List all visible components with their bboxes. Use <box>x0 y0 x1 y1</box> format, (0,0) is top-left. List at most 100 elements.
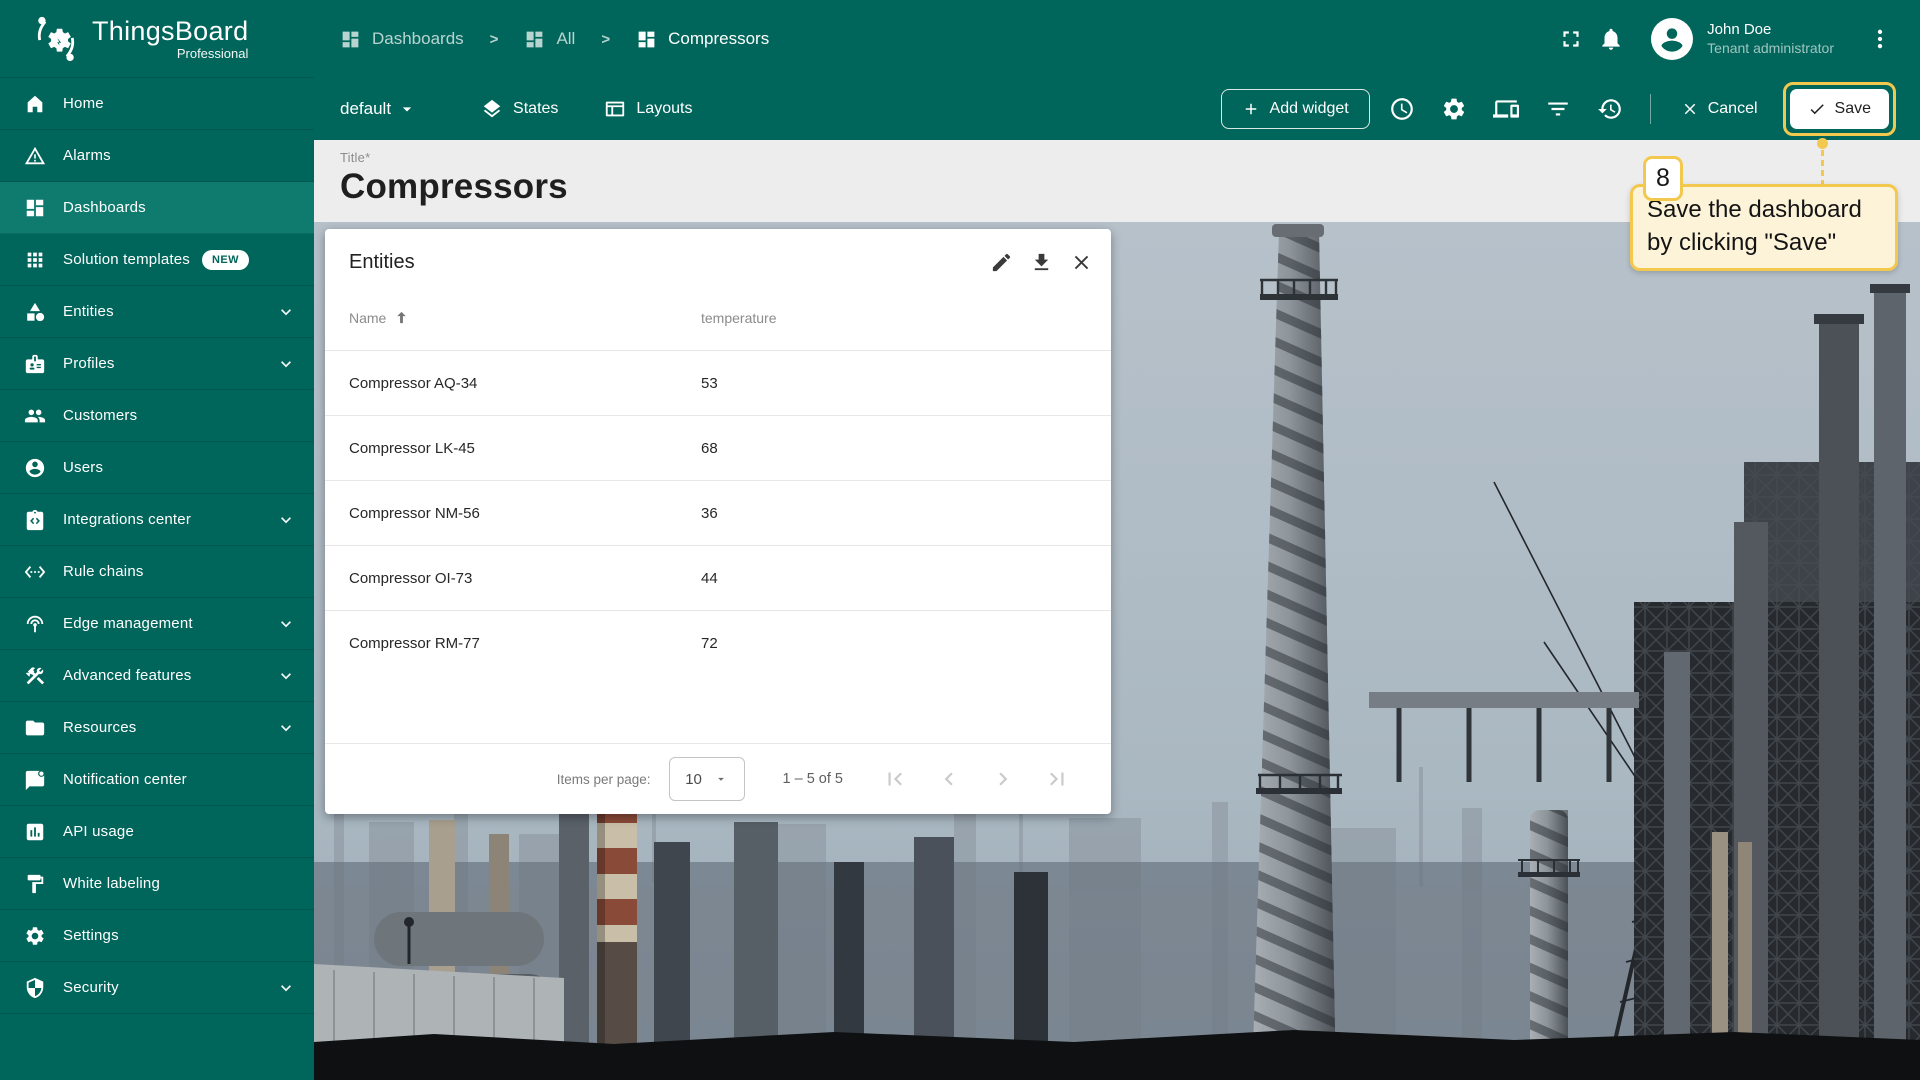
tutorial-connector-dot <box>1817 138 1828 149</box>
sidebar-item-dashboards[interactable]: Dashboards <box>0 182 314 234</box>
sidebar-item-edge-management[interactable]: Edge management <box>0 598 314 650</box>
sidebar-item-home[interactable]: Home <box>0 78 314 130</box>
sidebar-item-label: Alarms <box>63 147 111 164</box>
states-button[interactable]: States <box>481 98 558 120</box>
sidebar-item-profiles[interactable]: Profiles <box>0 338 314 390</box>
sidebar-item-entities[interactable]: Entities <box>0 286 314 338</box>
brand-name: ThingsBoard <box>92 17 248 45</box>
cell-temperature: 68 <box>701 440 718 457</box>
sidebar-item-customers[interactable]: Customers <box>0 390 314 442</box>
previous-page-button[interactable] <box>935 765 963 793</box>
breadcrumb-compressors[interactable]: Compressors <box>636 29 769 50</box>
entity-filter-button[interactable] <box>1538 89 1578 129</box>
table-row[interactable]: Compressor LK-45 68 <box>325 415 1111 480</box>
sidebar-item-api-usage[interactable]: API usage <box>0 806 314 858</box>
chevron-down-icon <box>276 718 296 738</box>
save-button-highlight: Save <box>1790 89 1889 129</box>
sidebar-item-integrations-center[interactable]: Integrations center <box>0 494 314 546</box>
sidebar-item-security[interactable]: Security <box>0 962 314 1014</box>
column-header-temperature[interactable]: temperature <box>701 310 776 326</box>
remove-widget-button[interactable] <box>1061 242 1101 282</box>
sidebar-nav: Home Alarms Dashboards Solution template… <box>0 78 314 1080</box>
customers-icon <box>24 405 46 427</box>
sidebar-item-notification-center[interactable]: Notification center <box>0 754 314 806</box>
sidebar-item-white-labeling[interactable]: White labeling <box>0 858 314 910</box>
chevron-down-icon <box>276 354 296 374</box>
sidebar-item-settings[interactable]: Settings <box>0 910 314 962</box>
cell-name: Compressor LK-45 <box>349 440 701 457</box>
history-icon <box>1597 96 1623 122</box>
chevron-down-icon <box>276 510 296 530</box>
sidebar-item-rule-chains[interactable]: Rule chains <box>0 546 314 598</box>
notifications-button[interactable] <box>1591 19 1631 59</box>
first-page-button[interactable] <box>881 765 909 793</box>
first-page-icon <box>882 766 908 792</box>
cell-name: Compressor RM-77 <box>349 635 701 652</box>
table-row[interactable]: Compressor OI-73 44 <box>325 545 1111 610</box>
more-menu-button[interactable] <box>1860 19 1900 59</box>
column-header-name[interactable]: Name <box>349 309 701 326</box>
version-history-button[interactable] <box>1590 89 1630 129</box>
title-field-label: Title* <box>340 150 1920 165</box>
rule-chains-icon <box>24 561 46 583</box>
cancel-button[interactable]: Cancel <box>1671 100 1768 118</box>
sidebar-item-solution-templates[interactable]: Solution templates NEW <box>0 234 314 286</box>
close-icon <box>1681 100 1699 118</box>
add-widget-button[interactable]: Add widget <box>1221 89 1370 129</box>
edge-management-icon <box>24 613 46 635</box>
dashboard-settings-button[interactable] <box>1434 89 1474 129</box>
sidebar-item-advanced-features[interactable]: Advanced features <box>0 650 314 702</box>
cell-name: Compressor OI-73 <box>349 570 701 587</box>
device-layouts-button[interactable] <box>1486 89 1526 129</box>
pagination-range: 1 – 5 of 5 <box>783 771 843 787</box>
sidebar-item-resources[interactable]: Resources <box>0 702 314 754</box>
sidebar-item-label: Profiles <box>63 355 115 372</box>
next-page-button[interactable] <box>989 765 1017 793</box>
table-row[interactable]: Compressor AQ-34 53 <box>325 350 1111 415</box>
cell-temperature: 53 <box>701 375 718 392</box>
dropdown-arrow-icon <box>397 99 417 119</box>
user-name: John Doe <box>1707 21 1834 40</box>
tutorial-connector-line <box>1821 150 1824 186</box>
breadcrumb-all[interactable]: All <box>524 29 575 50</box>
toolbar-actions: Add widget <box>1221 89 1889 129</box>
sidebar-item-label: Integrations center <box>63 511 191 528</box>
brand-logo[interactable]: ThingsBoard Professional <box>0 0 314 78</box>
last-page-button[interactable] <box>1043 765 1071 793</box>
layouts-button[interactable]: Layouts <box>604 98 692 120</box>
entities-icon <box>24 301 46 323</box>
items-per-page-select[interactable]: 10 <box>669 757 745 801</box>
save-button[interactable]: Save <box>1790 89 1889 129</box>
table-pagination: Items per page: 10 1 – 5 of 5 <box>325 743 1111 814</box>
sidebar-item-label: Entities <box>63 303 114 320</box>
sidebar-item-label: White labeling <box>63 875 160 892</box>
devices-icon <box>1493 96 1519 122</box>
cell-temperature: 36 <box>701 505 718 522</box>
table-row[interactable]: Compressor NM-56 36 <box>325 480 1111 545</box>
edit-widget-button[interactable] <box>981 242 1021 282</box>
notification-center-icon <box>24 769 46 791</box>
thingsboard-app: ThingsBoard Professional Home Alarms Das… <box>0 0 1920 1080</box>
tutorial-step-badge: 8 <box>1643 156 1683 201</box>
gear-icon <box>1441 96 1467 122</box>
user-info[interactable]: John Doe Tenant administrator <box>1707 21 1834 57</box>
download-widget-button[interactable] <box>1021 242 1061 282</box>
breadcrumb-label: All <box>556 29 575 49</box>
topbar-actions: John Doe Tenant administrator <box>1551 18 1900 60</box>
breadcrumb-label: Compressors <box>668 29 769 49</box>
chevron-down-icon <box>276 978 296 998</box>
fullscreen-button[interactable] <box>1551 19 1591 59</box>
bell-icon <box>1598 26 1624 52</box>
timewindow-button[interactable] <box>1382 89 1422 129</box>
sidebar-item-users[interactable]: Users <box>0 442 314 494</box>
state-selector[interactable]: default <box>340 99 417 119</box>
settings-icon <box>24 925 46 947</box>
user-avatar[interactable] <box>1651 18 1693 60</box>
advanced-features-icon <box>24 665 46 687</box>
table-row[interactable]: Compressor RM-77 72 <box>325 610 1111 675</box>
sidebar-item-label: Settings <box>63 927 119 944</box>
sidebar-item-alarms[interactable]: Alarms <box>0 130 314 182</box>
sidebar-item-label: API usage <box>63 823 134 840</box>
breadcrumb-dashboards[interactable]: Dashboards <box>340 29 464 50</box>
security-icon <box>24 977 46 999</box>
